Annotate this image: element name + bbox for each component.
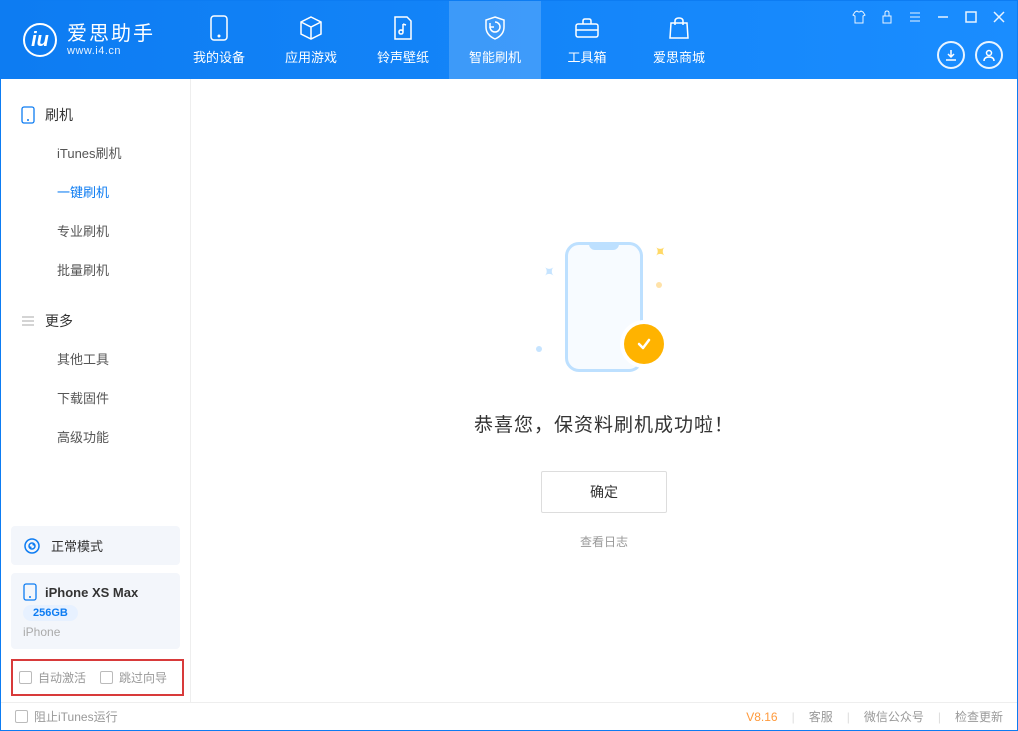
device-capacity: 256GB <box>23 605 78 621</box>
footer-link-update[interactable]: 检查更新 <box>955 708 1003 725</box>
device-panel: 正常模式 iPhone XS Max 256GB iPhone <box>11 526 180 649</box>
maximize-button[interactable] <box>963 9 979 25</box>
tab-label: 铃声壁纸 <box>377 47 429 66</box>
success-illustration: ✦ ✦ <box>524 232 684 382</box>
checkbox-block-itunes[interactable]: 阻止iTunes运行 <box>15 708 118 725</box>
success-message: 恭喜您，保资料刷机成功啦！ <box>474 410 734 437</box>
list-icon <box>21 314 35 328</box>
device-mode-row[interactable]: 正常模式 <box>11 526 180 565</box>
sidebar: 刷机 iTunes刷机 一键刷机 专业刷机 批量刷机 更多 其他工具 下载固件 … <box>1 79 191 702</box>
checkbox-skip-guide[interactable]: 跳过向导 <box>100 669 167 686</box>
title-bar-controls <box>851 9 1007 25</box>
checkbox-label: 阻止iTunes运行 <box>34 708 118 725</box>
device-type: iPhone <box>23 625 60 639</box>
checkbox-label: 自动激活 <box>38 669 86 686</box>
main-content: ✦ ✦ 恭喜您，保资料刷机成功啦！ 确定 查看日志 <box>191 79 1017 702</box>
sparkle-icon: ✦ <box>537 260 561 284</box>
header-right-buttons <box>937 41 1003 69</box>
close-button[interactable] <box>991 9 1007 25</box>
checkbox-icon <box>100 671 113 684</box>
sidebar-item-download-firmware[interactable]: 下载固件 <box>1 378 190 417</box>
toolbox-icon <box>574 15 600 41</box>
sidebar-item-advanced[interactable]: 高级功能 <box>1 417 190 456</box>
app-subtitle: www.i4.cn <box>67 45 155 57</box>
tab-toolbox[interactable]: 工具箱 <box>541 1 633 79</box>
separator: | <box>792 710 795 724</box>
header-bar: iu 爱思助手 www.i4.cn 我的设备 应用游戏 铃声壁纸 智能刷机 工具… <box>1 1 1017 79</box>
download-button[interactable] <box>937 41 965 69</box>
nav-tabs: 我的设备 应用游戏 铃声壁纸 智能刷机 工具箱 爱思商城 <box>173 1 725 79</box>
sync-icon <box>23 537 41 555</box>
music-file-icon <box>390 15 416 41</box>
app-title: 爱思助手 <box>67 23 155 45</box>
tab-apps[interactable]: 应用游戏 <box>265 1 357 79</box>
logo-text: 爱思助手 www.i4.cn <box>67 23 155 57</box>
checkbox-icon <box>19 671 32 684</box>
flash-options-highlight: 自动激活 跳过向导 <box>11 659 184 696</box>
separator: | <box>847 710 850 724</box>
version-label: V8.16 <box>746 710 777 724</box>
minimize-button[interactable] <box>935 9 951 25</box>
footer-link-service[interactable]: 客服 <box>809 708 833 725</box>
sidebar-item-pro-flash[interactable]: 专业刷机 <box>1 211 190 250</box>
sidebar-group-label: 刷机 <box>45 105 73 125</box>
confirm-button[interactable]: 确定 <box>541 471 667 513</box>
status-bar: 阻止iTunes运行 V8.16 | 客服 | 微信公众号 | 检查更新 <box>1 702 1017 730</box>
shirt-icon[interactable] <box>851 9 867 25</box>
sidebar-item-batch-flash[interactable]: 批量刷机 <box>1 250 190 289</box>
device-info-row[interactable]: iPhone XS Max 256GB iPhone <box>11 573 180 649</box>
dot-icon <box>536 346 542 352</box>
sidebar-item-itunes-flash[interactable]: iTunes刷机 <box>1 133 190 172</box>
bag-icon <box>666 15 692 41</box>
lock-icon[interactable] <box>879 9 895 25</box>
checkbox-icon <box>15 710 28 723</box>
device-icon <box>206 15 232 41</box>
app-logo-icon: iu <box>23 23 57 57</box>
view-log-link[interactable]: 查看日志 <box>580 533 628 550</box>
sparkle-icon: ✦ <box>647 240 671 264</box>
menu-icon[interactable] <box>907 9 923 25</box>
tab-label: 我的设备 <box>193 47 245 66</box>
device-phone-icon <box>23 583 37 601</box>
check-badge-icon <box>624 324 664 364</box>
user-button[interactable] <box>975 41 1003 69</box>
tab-store[interactable]: 爱思商城 <box>633 1 725 79</box>
tab-label: 爱思商城 <box>653 47 705 66</box>
logo-area[interactable]: iu 爱思助手 www.i4.cn <box>1 23 173 57</box>
dot-icon <box>656 282 662 288</box>
checkbox-label: 跳过向导 <box>119 669 167 686</box>
tab-label: 应用游戏 <box>285 47 337 66</box>
tab-label: 智能刷机 <box>469 47 521 66</box>
tab-flash[interactable]: 智能刷机 <box>449 1 541 79</box>
tab-ringtones[interactable]: 铃声壁纸 <box>357 1 449 79</box>
cube-icon <box>298 15 324 41</box>
shield-icon <box>482 15 508 41</box>
tab-label: 工具箱 <box>567 47 606 66</box>
device-name: iPhone XS Max <box>45 585 138 600</box>
separator: | <box>938 710 941 724</box>
sidebar-group-flash: 刷机 <box>1 97 190 133</box>
sidebar-group-more: 更多 <box>1 303 190 339</box>
sidebar-item-other-tools[interactable]: 其他工具 <box>1 339 190 378</box>
sidebar-group-label: 更多 <box>45 311 73 331</box>
sidebar-item-oneclick-flash[interactable]: 一键刷机 <box>1 172 190 211</box>
device-mode-label: 正常模式 <box>51 536 103 555</box>
tab-my-device[interactable]: 我的设备 <box>173 1 265 79</box>
phone-icon <box>21 106 35 124</box>
checkbox-auto-activate[interactable]: 自动激活 <box>19 669 86 686</box>
footer-link-wechat[interactable]: 微信公众号 <box>864 708 924 725</box>
